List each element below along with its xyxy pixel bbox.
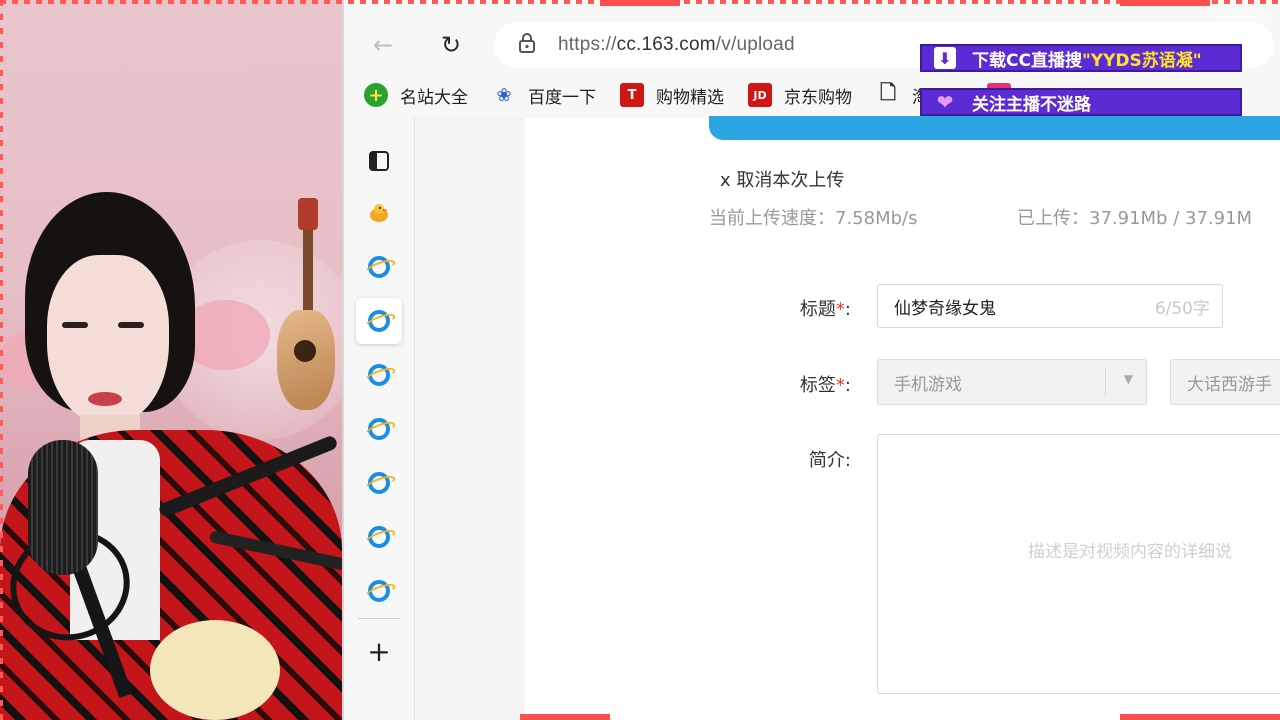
title-input-value: 仙梦奇缘女鬼: [894, 298, 996, 319]
stream-frame-left: [0, 0, 3, 720]
bookmark-baidu[interactable]: ❀ 百度一下: [492, 83, 596, 108]
uploaded-size: 已上传：37.91Mb / 37.91M: [1017, 208, 1253, 229]
guitar-head: [298, 198, 318, 230]
description-label-text: 简介: [808, 450, 845, 471]
download-icon: ⬇: [934, 47, 956, 69]
streamer-eye-left: [62, 322, 88, 328]
guitar-soundhole: [294, 340, 316, 362]
tag-label-text: 标签: [799, 375, 836, 396]
tag-category-select[interactable]: 手机游戏 ▼: [877, 359, 1147, 405]
microphone: [28, 440, 98, 575]
download-promo-text: 下载CC直播搜: [972, 50, 1082, 71]
bookmark-label: 百度一下: [528, 87, 596, 108]
download-promo-highlight: "YYDS苏语凝": [1081, 50, 1202, 71]
label-colon: :: [844, 450, 851, 471]
plush-toy: [150, 620, 280, 720]
title-input[interactable]: 仙梦奇缘女鬼 6/50字: [877, 284, 1223, 328]
tag-label: 标签*:: [731, 371, 851, 397]
title-char-count: 6/50字: [1154, 298, 1210, 319]
heart-icon: ❤: [936, 90, 954, 114]
chevron-down-icon: ▼: [1123, 372, 1133, 386]
jd-logo-icon: JD: [748, 83, 772, 107]
bookmark-shopping[interactable]: T 购物精选: [620, 83, 724, 108]
chick-app-icon[interactable]: [356, 190, 402, 236]
download-promo-banner: ⬇ 下载CC直播搜 "YYDS苏语凝": [920, 44, 1242, 72]
description-textarea[interactable]: 描述是对视频内容的详细说: [877, 434, 1280, 694]
document-icon: 🗋: [879, 80, 897, 104]
follow-promo-text: 关注主播不迷路: [972, 94, 1091, 115]
bookmark-mingzhan[interactable]: + 名站大全: [364, 83, 468, 108]
tag-category-value: 手机游戏: [894, 374, 962, 395]
url-text: https://cc.163.com/v/upload: [558, 34, 795, 56]
ie-icon[interactable]: [356, 514, 402, 560]
url-path: /v/upload: [715, 34, 795, 55]
bookmark-label: 京东购物: [784, 87, 852, 108]
lock-icon: [518, 33, 536, 57]
plus-icon[interactable]: +: [356, 628, 402, 674]
frame-accent: [600, 0, 680, 6]
url-prefix: https://: [558, 34, 617, 55]
ie-icon[interactable]: [356, 244, 402, 290]
tag-game-value: 大话西游手: [1187, 374, 1272, 395]
label-colon: :: [844, 299, 851, 320]
bookmark-jd[interactable]: JD 京东购物: [748, 83, 852, 108]
stream-screen: ← ↻ https://cc.163.com/v/upload + 名站大全 ❀…: [0, 0, 1280, 720]
ie-icon[interactable]: [356, 460, 402, 506]
watermark: [1210, 8, 1270, 22]
ie-icon[interactable]: [356, 298, 402, 344]
ie-icon[interactable]: [356, 568, 402, 614]
frame-accent: [1120, 714, 1280, 720]
required-mark: *: [835, 299, 845, 320]
page-viewport: x 取消本次上传 当前上传速度：7.58Mb/s 已上传：37.91Mb / 3…: [414, 116, 1280, 720]
frame-accent: [520, 714, 610, 720]
bookmark-label: 购物精选: [656, 87, 724, 108]
ie-icon[interactable]: [356, 352, 402, 398]
follow-promo-banner: ❤ 关注主播不迷路: [920, 88, 1242, 116]
streamer-eye-right: [118, 322, 144, 328]
ie-icon[interactable]: [356, 406, 402, 452]
sidebar-divider: [358, 618, 400, 619]
reload-icon[interactable]: ↻: [434, 28, 468, 62]
cancel-upload-link[interactable]: x 取消本次上传: [720, 166, 844, 192]
upload-progress-bar: [709, 116, 1280, 140]
url-host: cc.163.com: [616, 34, 716, 55]
description-placeholder: 描述是对视频内容的详细说: [1028, 542, 1232, 562]
webcam-feed: [0, 0, 342, 720]
upload-form-area: x 取消本次上传 当前上传速度：7.58Mb/s 已上传：37.91Mb / 3…: [525, 116, 1280, 720]
bookmark-label: 名站大全: [400, 87, 468, 108]
browser-sidebar: +: [344, 118, 414, 720]
frame-accent: [1120, 0, 1210, 6]
streamer-lips: [88, 392, 122, 406]
title-label-text: 标题: [799, 299, 836, 320]
title-label: 标题*:: [731, 295, 851, 321]
description-label: 简介:: [731, 446, 851, 472]
required-mark: *: [835, 375, 845, 396]
back-arrow-icon[interactable]: ←: [366, 28, 400, 62]
upload-speed: 当前上传速度：7.58Mb/s: [709, 208, 918, 229]
label-colon: :: [844, 375, 851, 396]
baidu-paw-icon: ❀: [496, 84, 512, 106]
select-divider: [1105, 368, 1106, 396]
hao-plus-icon: +: [364, 83, 388, 107]
tab-panel-icon[interactable]: [356, 138, 402, 184]
t-logo-icon: T: [620, 83, 644, 107]
tag-game-select[interactable]: 大话西游手: [1170, 359, 1280, 405]
